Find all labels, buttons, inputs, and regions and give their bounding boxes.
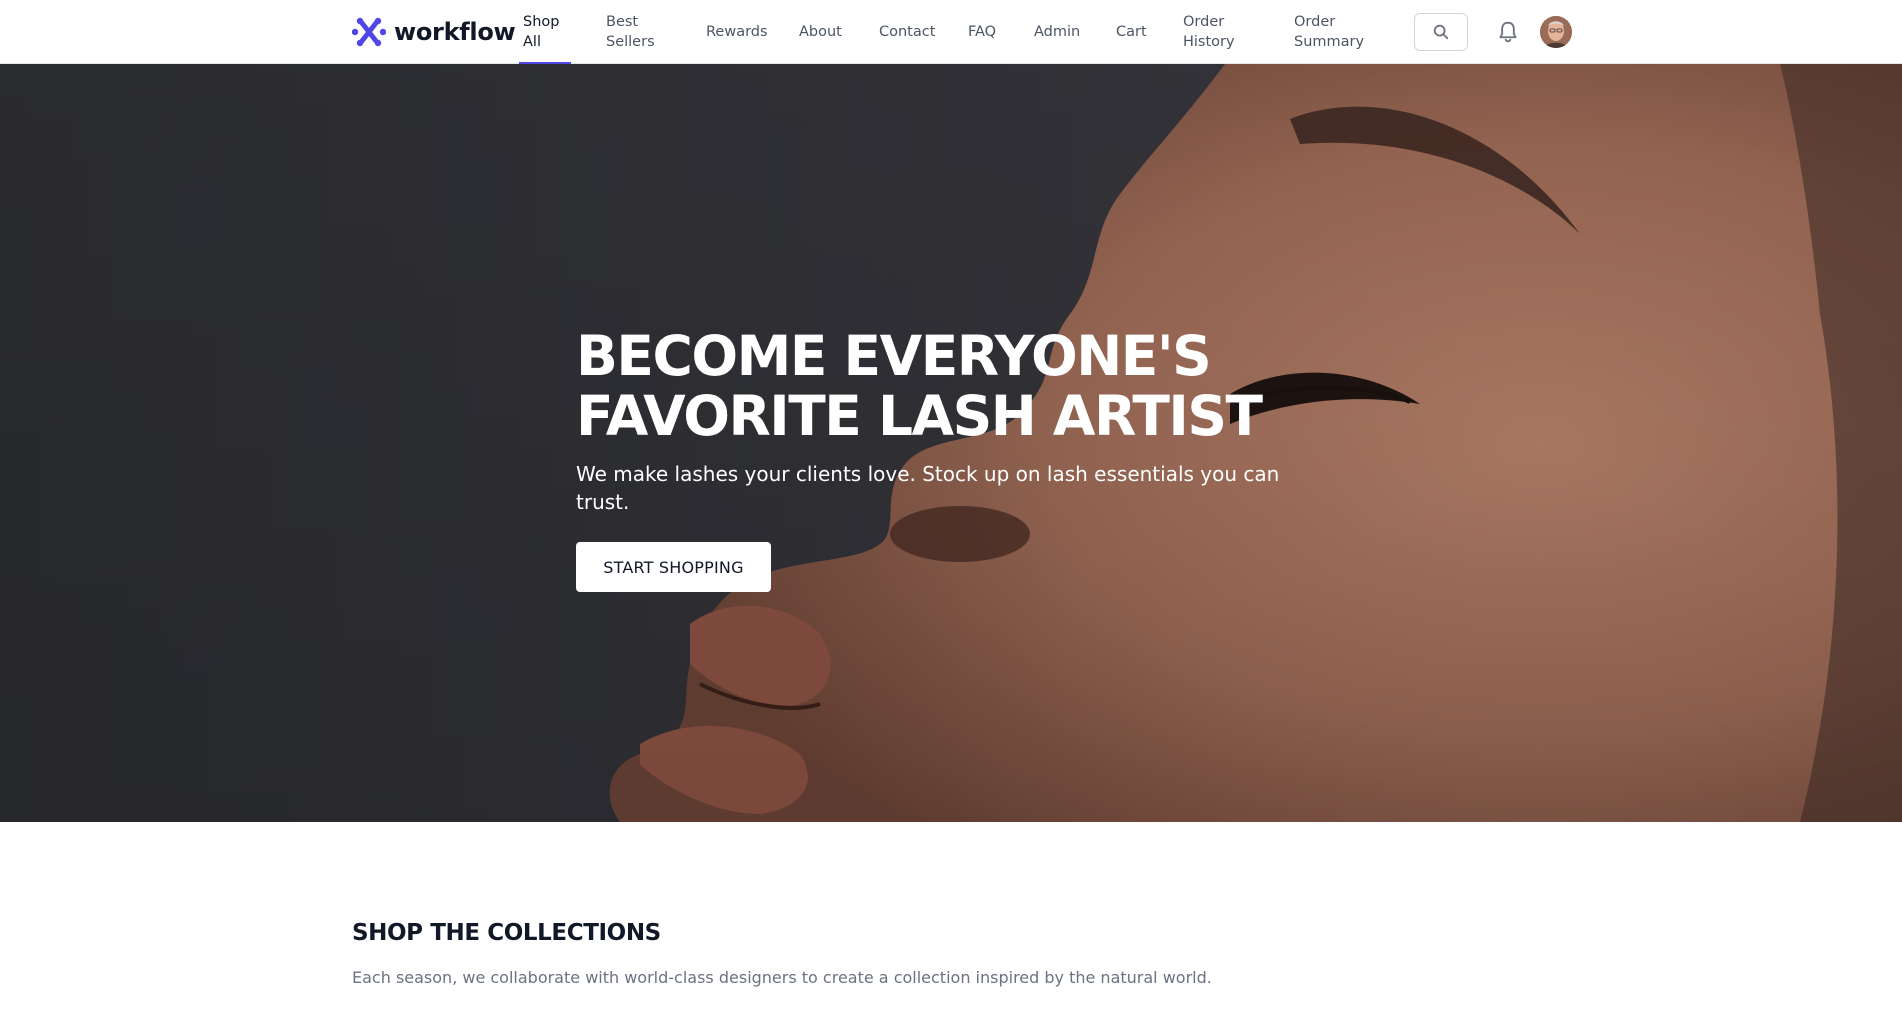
nav-label: Shop All bbox=[523, 14, 560, 50]
nav-label: About bbox=[799, 24, 842, 40]
hero-title-line: BECOME EVERYONE'S bbox=[576, 324, 1212, 388]
section-description: Each season, we collaborate with world-c… bbox=[352, 968, 1212, 987]
start-shopping-button[interactable]: START SHOPPING bbox=[576, 542, 771, 592]
hero-banner: BECOME EVERYONE'S FAVORITE LASH ARTIST W… bbox=[0, 64, 1902, 822]
notifications-button[interactable] bbox=[1494, 18, 1522, 46]
nav-label: Cart bbox=[1116, 24, 1147, 40]
nav-label: Order History bbox=[1183, 14, 1235, 50]
nav-shop-all[interactable]: Shop All bbox=[519, 0, 571, 64]
hero-subtitle: We make lashes your clients love. Stock … bbox=[576, 462, 1280, 514]
hero-title-line: FAVORITE LASH ARTIST bbox=[576, 384, 1263, 448]
search-icon bbox=[1433, 24, 1449, 40]
collections-section: SHOP THE COLLECTIONS Each season, we col… bbox=[352, 920, 1552, 987]
hero-content: BECOME EVERYONE'S FAVORITE LASH ARTIST W… bbox=[576, 326, 1336, 592]
nav-label: Contact bbox=[879, 24, 936, 40]
main-nav: Shop All Best Sellers Rewards About Cont… bbox=[0, 0, 1902, 64]
avatar[interactable] bbox=[1540, 16, 1572, 48]
bell-icon bbox=[1499, 21, 1517, 43]
nav-label: Rewards bbox=[706, 24, 768, 40]
top-navigation-bar: workflow Shop All Best Sellers Rewards A… bbox=[0, 0, 1902, 64]
nav-admin[interactable]: Admin bbox=[1030, 0, 1084, 64]
user-portrait-icon bbox=[1540, 16, 1572, 48]
nav-about[interactable]: About bbox=[795, 0, 846, 64]
nav-contact[interactable]: Contact bbox=[875, 0, 939, 64]
nav-faq[interactable]: FAQ bbox=[964, 0, 1000, 64]
nav-best-sellers[interactable]: Best Sellers bbox=[602, 0, 662, 64]
nav-order-summary[interactable]: Order Summary bbox=[1290, 0, 1365, 64]
section-title: SHOP THE COLLECTIONS bbox=[352, 920, 661, 946]
nav-label: FAQ bbox=[968, 24, 997, 40]
nav-order-history[interactable]: Order History bbox=[1179, 0, 1239, 64]
nav-cart[interactable]: Cart bbox=[1112, 0, 1151, 64]
nav-label: Best Sellers bbox=[606, 14, 655, 50]
hero-title: BECOME EVERYONE'S FAVORITE LASH ARTIST bbox=[576, 326, 1336, 446]
nav-label: Order Summary bbox=[1294, 14, 1365, 50]
search-button[interactable] bbox=[1414, 13, 1468, 51]
nav-rewards[interactable]: Rewards bbox=[702, 0, 772, 64]
nav-label: Admin bbox=[1034, 24, 1081, 40]
